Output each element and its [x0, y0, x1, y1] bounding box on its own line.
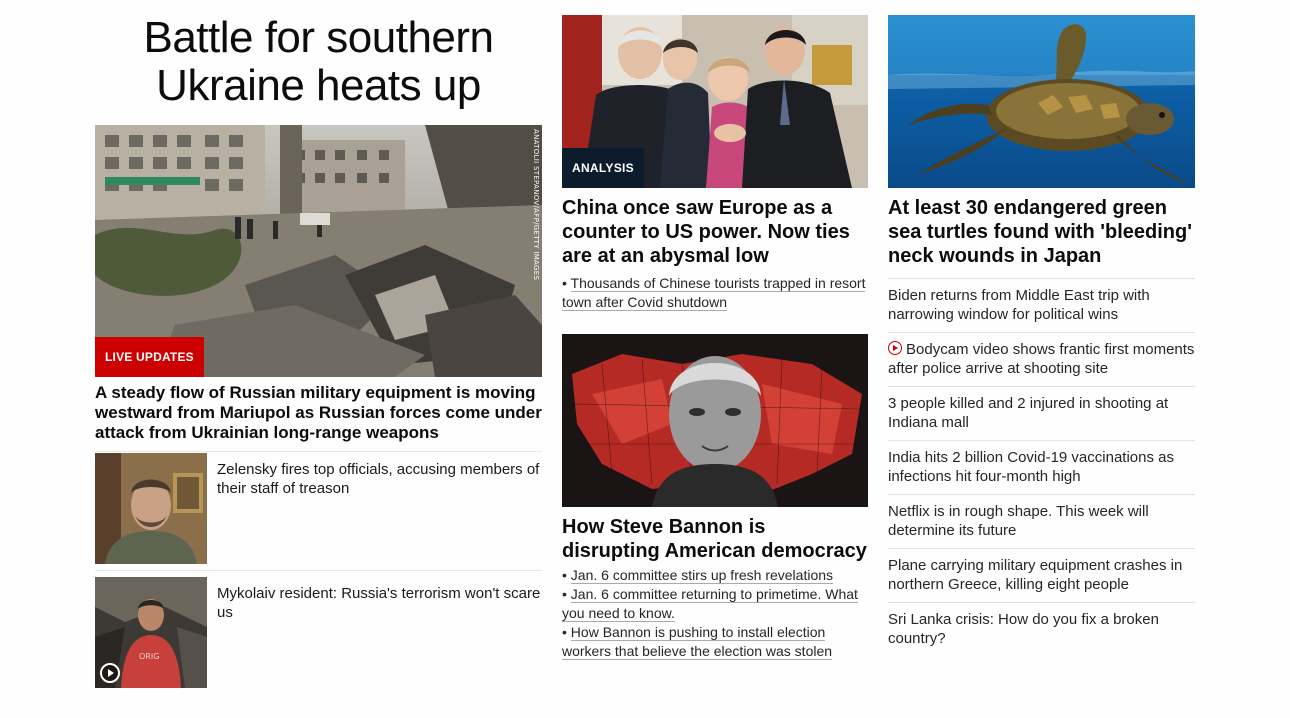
lead-image[interactable]: ANATOLII STEPANOV/AFP/GETTY IMAGES LIVE …: [95, 125, 542, 377]
lead-related-list: Zelensky fires top officials, accusing m…: [95, 453, 542, 694]
headline-list: Biden returns from Middle East trip with…: [888, 278, 1195, 656]
list-item-title: Mykolaiv resident: Russia's terrorism wo…: [217, 585, 541, 621]
video-play-icon: [888, 341, 902, 355]
list-item[interactable]: Bodycam video shows frantic first moment…: [888, 333, 1195, 387]
turtle-headline[interactable]: At least 30 endangered green sea turtles…: [888, 196, 1195, 268]
list-item[interactable]: Biden returns from Middle East trip with…: [888, 279, 1195, 333]
sea-turtle-photo: [888, 15, 1195, 188]
middle-column: ANALYSIS China once saw Europe as a coun…: [562, 0, 868, 661]
related-link-text: Jan. 6 committee stirs up fresh revelati…: [570, 567, 834, 584]
turtle-image[interactable]: [888, 15, 1195, 188]
list-item-title: Bodycam video shows frantic first moment…: [888, 341, 1195, 377]
related-link-text: Thousands of Chinese tourists trapped in…: [562, 275, 866, 311]
lead-headline[interactable]: Battle for southern Ukraine heats up: [95, 14, 542, 110]
analysis-badge: ANALYSIS: [562, 148, 644, 188]
portrait-image: [95, 453, 207, 564]
list-item[interactable]: Sri Lanka crisis: How do you fix a broke…: [888, 603, 1195, 656]
list-item-title: India hits 2 billion Covid-19 vaccinatio…: [888, 449, 1174, 485]
list-item[interactable]: Zelensky fires top officials, accusing m…: [95, 453, 542, 570]
related-link[interactable]: • Thousands of Chinese tourists trapped …: [562, 274, 868, 312]
related-link[interactable]: • Jan. 6 committee returning to primetim…: [562, 585, 868, 623]
right-column: At least 30 endangered green sea turtles…: [888, 0, 1195, 656]
related-link[interactable]: • Jan. 6 committee stirs up fresh revela…: [562, 566, 868, 585]
list-item[interactable]: Plane carrying military equipment crashe…: [888, 549, 1195, 603]
list-item-title: Plane carrying military equipment crashe…: [888, 557, 1183, 593]
list-item-title: Zelensky fires top officials, accusing m…: [217, 461, 540, 497]
lead-column: Battle for southern Ukraine heats up ANA…: [95, 0, 542, 694]
list-item-title: Sri Lanka crisis: How do you fix a broke…: [888, 611, 1159, 647]
list-item[interactable]: ORIG Mykolaiv resident: Russia's terrori…: [95, 570, 542, 694]
list-item-title: 3 people killed and 2 injured in shootin…: [888, 395, 1169, 431]
play-video-icon: [100, 663, 120, 683]
thumbnail-mykolaiv: ORIG: [95, 577, 207, 688]
story1-related: • Thousands of Chinese tourists trapped …: [562, 274, 868, 312]
story2-headline[interactable]: How Steve Bannon is disrupting American …: [562, 515, 868, 563]
story2-image[interactable]: [562, 334, 868, 507]
list-item[interactable]: India hits 2 billion Covid-19 vaccinatio…: [888, 441, 1195, 495]
related-link-text: Jan. 6 committee returning to primetime.…: [562, 586, 858, 622]
story1-image[interactable]: ANALYSIS: [562, 15, 868, 188]
story1-headline[interactable]: China once saw Europe as a counter to US…: [562, 196, 868, 268]
related-link-text: How Bannon is pushing to install electio…: [562, 624, 833, 660]
related-link[interactable]: • How Bannon is pushing to install elect…: [562, 623, 868, 661]
thumbnail-zelensky: [95, 453, 207, 564]
list-item[interactable]: 3 people killed and 2 injured in shootin…: [888, 387, 1195, 441]
lead-subheadline[interactable]: A steady flow of Russian military equipm…: [95, 383, 542, 452]
live-updates-badge: LIVE UPDATES: [95, 337, 204, 377]
list-item[interactable]: Netflix is in rough shape. This week wil…: [888, 495, 1195, 549]
list-item-title: Netflix is in rough shape. This week wil…: [888, 503, 1149, 539]
photo-credit: ANATOLII STEPANOV/AFP/GETTY IMAGES: [532, 129, 540, 281]
story2-related: • Jan. 6 committee stirs up fresh revela…: [562, 566, 868, 661]
list-item-title: Biden returns from Middle East trip with…: [888, 287, 1150, 323]
bannon-map-illustration: [562, 334, 868, 507]
svg-text:ORIG: ORIG: [139, 652, 159, 661]
